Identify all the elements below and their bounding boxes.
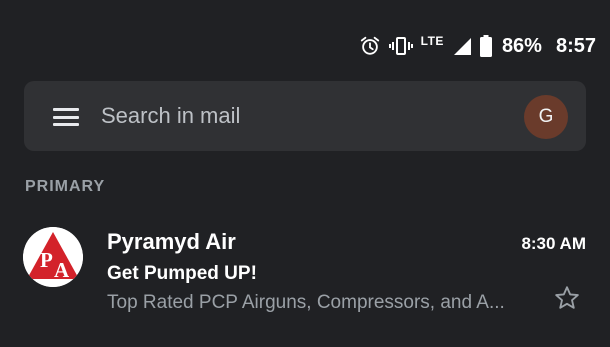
sender-logo: P A xyxy=(23,227,83,287)
vibrate-icon xyxy=(388,35,413,57)
menu-icon[interactable] xyxy=(53,108,79,126)
svg-text:A: A xyxy=(54,258,70,282)
email-time: 8:30 AM xyxy=(521,234,586,253)
signal-icon xyxy=(452,36,472,56)
svg-text:P: P xyxy=(40,248,53,272)
star-icon[interactable] xyxy=(553,284,581,312)
alarm-icon xyxy=(359,35,381,57)
status-bar: LTE 86% 8:57 xyxy=(359,30,596,62)
section-label-primary: PRIMARY xyxy=(25,178,106,195)
network-type: LTE xyxy=(420,34,444,48)
email-subject: Get Pumped UP! xyxy=(107,263,257,284)
battery-icon xyxy=(479,35,492,57)
email-list-item[interactable]: P A Pyramyd Air 8:30 AM Get Pumped UP! T… xyxy=(0,220,610,330)
battery-percent: 86% xyxy=(501,34,542,57)
search-input[interactable]: Search in mail xyxy=(101,103,240,129)
email-preview: Top Rated PCP Airguns, Compressors, and … xyxy=(107,292,505,313)
status-clock: 8:57 xyxy=(555,34,596,57)
email-sender: Pyramyd Air xyxy=(107,229,236,254)
account-avatar[interactable]: G xyxy=(524,95,568,139)
search-bar[interactable]: Search in mail G xyxy=(24,81,586,151)
